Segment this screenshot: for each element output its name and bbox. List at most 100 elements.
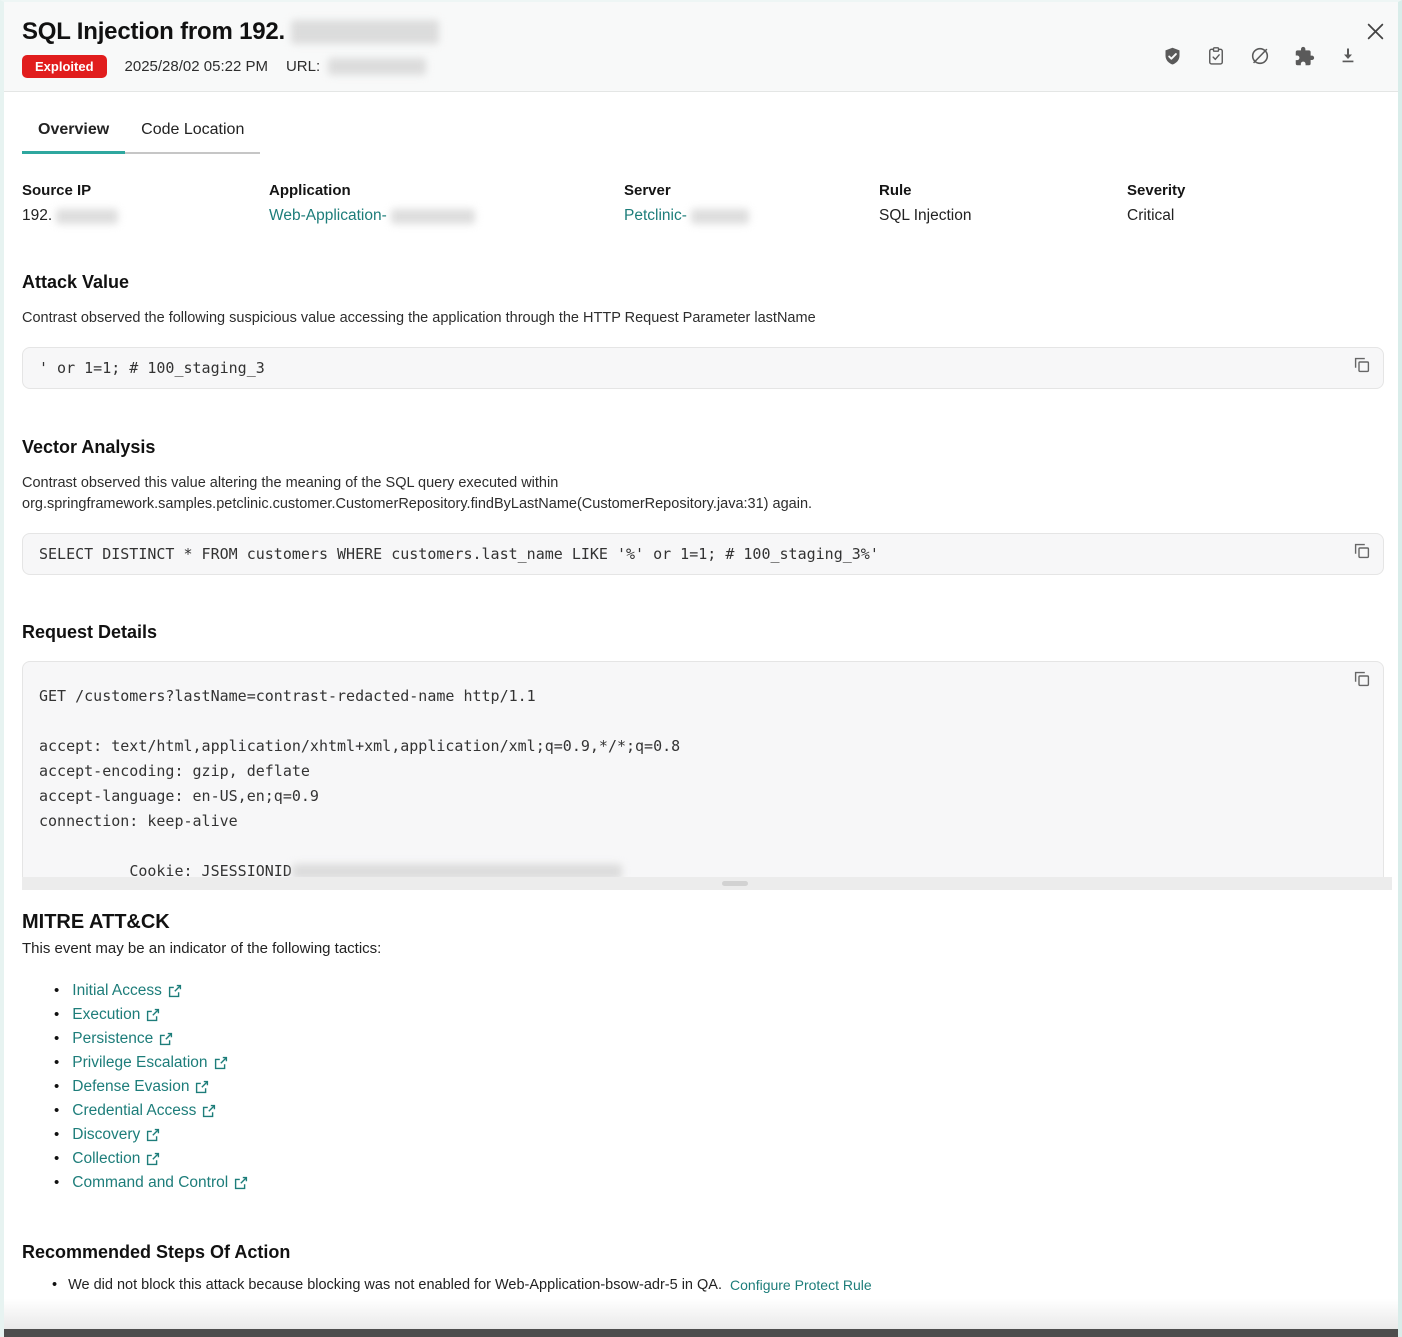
external-link-icon	[195, 1080, 209, 1094]
bottom-bar	[4, 1329, 1398, 1337]
tactic-link-collection[interactable]: Collection	[72, 1147, 160, 1171]
list-item: Initial Access	[54, 979, 1384, 1003]
field-label: Severity	[1127, 182, 1384, 199]
list-item: Privilege Escalation	[54, 1051, 1384, 1075]
field-severity: Severity Critical	[1127, 182, 1384, 225]
tab-code-location[interactable]: Code Location	[125, 121, 260, 154]
page-title-text: SQL Injection from 192.	[22, 18, 285, 46]
section-request-details: Request Details GET /customers?lastName=…	[22, 622, 1384, 890]
modal-header: SQL Injection from 192. Exploited 2025/2…	[4, 2, 1398, 92]
tactic-link-discovery[interactable]: Discovery	[72, 1123, 160, 1147]
attack-value-heading: Attack Value	[22, 272, 1384, 293]
tab-overview[interactable]: Overview	[22, 121, 125, 154]
list-item: Execution	[54, 1003, 1384, 1027]
status-badge: Exploited	[22, 55, 107, 78]
field-application: Application Web-Application-	[269, 182, 624, 225]
puzzle-icon[interactable]	[1292, 44, 1316, 68]
list-item: Persistence	[54, 1027, 1384, 1051]
vector-analysis-code-text: SELECT DISTINCT * FROM customers WHERE c…	[39, 545, 879, 563]
section-vector-analysis: Vector Analysis Contrast observed this v…	[22, 437, 1384, 575]
url-label: URL:	[286, 58, 320, 75]
request-line: connection: keep-alive	[39, 809, 1339, 834]
request-line-cookie: Cookie: JSESSIONID	[39, 834, 1339, 877]
list-item: Command and Control	[54, 1171, 1384, 1195]
request-line: accept: text/html,application/xhtml+xml,…	[39, 734, 1339, 759]
request-details-code[interactable]: GET /customers?lastName=contrast-redacte…	[22, 661, 1384, 877]
redacted-source-ip	[291, 20, 439, 44]
list-item: We did not block this attack because blo…	[52, 1273, 1384, 1297]
redacted-server	[691, 209, 749, 224]
redacted-ip-value	[56, 209, 118, 224]
tactic-link-execution[interactable]: Execution	[72, 1003, 160, 1027]
copy-icon[interactable]	[1353, 357, 1371, 375]
request-line	[39, 709, 1339, 734]
external-link-icon	[234, 1176, 248, 1190]
redacted-url	[328, 58, 426, 75]
download-icon[interactable]	[1336, 44, 1360, 68]
clipboard-check-icon[interactable]	[1204, 44, 1228, 68]
section-attack-value: Attack Value Contrast observed the follo…	[22, 272, 1384, 389]
request-line: accept-encoding: gzip, deflate	[39, 759, 1339, 784]
redacted-session-id	[292, 864, 622, 877]
external-link-icon	[168, 984, 182, 998]
tactic-link-persistence[interactable]: Persistence	[72, 1027, 173, 1051]
tactic-link-initial-access[interactable]: Initial Access	[72, 979, 182, 1003]
copy-icon[interactable]	[1353, 543, 1371, 561]
application-link[interactable]: Web-Application-	[269, 207, 387, 225]
external-link-icon	[202, 1104, 216, 1118]
attack-value-code: ' or 1=1; # 100_staging_3	[22, 347, 1384, 389]
event-url: URL:	[286, 58, 426, 75]
vector-analysis-heading: Vector Analysis	[22, 437, 1384, 458]
tactic-link-credential-access[interactable]: Credential Access	[72, 1099, 216, 1123]
list-item: Discovery	[54, 1123, 1384, 1147]
list-item: Credential Access	[54, 1099, 1384, 1123]
header-actions	[1160, 44, 1360, 68]
source-ip-value: 192.	[22, 207, 52, 225]
field-label: Application	[269, 182, 624, 199]
external-link-icon	[159, 1032, 173, 1046]
recommended-steps-heading: Recommended Steps Of Action	[22, 1242, 1384, 1263]
external-link-icon	[146, 1128, 160, 1142]
section-mitre-attack: MITRE ATT&CK This event may be an indica…	[22, 911, 1384, 1195]
tactic-link-privilege-escalation[interactable]: Privilege Escalation	[72, 1051, 227, 1075]
list-item: Defense Evasion	[54, 1075, 1384, 1099]
bottom-gradient	[4, 1299, 1398, 1329]
field-source-ip: Source IP 192.	[22, 182, 269, 225]
vector-analysis-description: Contrast observed this value altering th…	[22, 473, 922, 515]
configure-protect-rule-link[interactable]: Configure Protect Rule	[730, 1273, 872, 1297]
field-label: Rule	[879, 182, 1127, 199]
tactic-link-defense-evasion[interactable]: Defense Evasion	[72, 1075, 209, 1099]
block-icon[interactable]	[1248, 44, 1272, 68]
mitre-tactics-list: Initial Access Execution Persistence Pri…	[22, 979, 1384, 1195]
field-rule: Rule SQL Injection	[879, 182, 1127, 225]
redacted-application	[391, 209, 475, 224]
tab-bar: Overview Code Location	[22, 121, 1384, 154]
external-link-icon	[146, 1152, 160, 1166]
attack-value-description: Contrast observed the following suspicio…	[22, 308, 1362, 329]
mitre-heading: MITRE ATT&CK	[22, 911, 1384, 934]
horizontal-scrollbar[interactable]	[22, 877, 1392, 890]
rule-value: SQL Injection	[879, 207, 1127, 225]
external-link-icon	[214, 1056, 228, 1070]
close-icon[interactable]	[1362, 18, 1388, 44]
attack-event-modal: SQL Injection from 192. Exploited 2025/2…	[0, 0, 1402, 1337]
server-link[interactable]: Petclinic-	[624, 207, 687, 225]
field-label: Server	[624, 182, 879, 199]
vector-analysis-code: SELECT DISTINCT * FROM customers WHERE c…	[22, 533, 1384, 575]
field-label: Source IP	[22, 182, 269, 199]
event-timestamp: 2025/28/02 05:22 PM	[125, 58, 268, 75]
field-server: Server Petclinic-	[624, 182, 879, 225]
request-line: accept-language: en-US,en;q=0.9	[39, 784, 1339, 809]
summary-fields: Source IP 192. Application Web-Applicati…	[22, 182, 1384, 225]
scrollbar-thumb[interactable]	[722, 881, 748, 886]
mitre-description: This event may be an indicator of the fo…	[22, 940, 1384, 957]
copy-icon[interactable]	[1353, 671, 1371, 689]
shield-check-icon[interactable]	[1160, 44, 1184, 68]
request-line: GET /customers?lastName=contrast-redacte…	[39, 684, 1339, 709]
external-link-icon	[146, 1008, 160, 1022]
tactic-link-command-and-control[interactable]: Command and Control	[72, 1171, 248, 1195]
step-text: We did not block this attack because blo…	[68, 1273, 722, 1297]
list-item: Collection	[54, 1147, 1384, 1171]
severity-value: Critical	[1127, 207, 1384, 225]
page-title: SQL Injection from 192.	[22, 18, 1378, 46]
